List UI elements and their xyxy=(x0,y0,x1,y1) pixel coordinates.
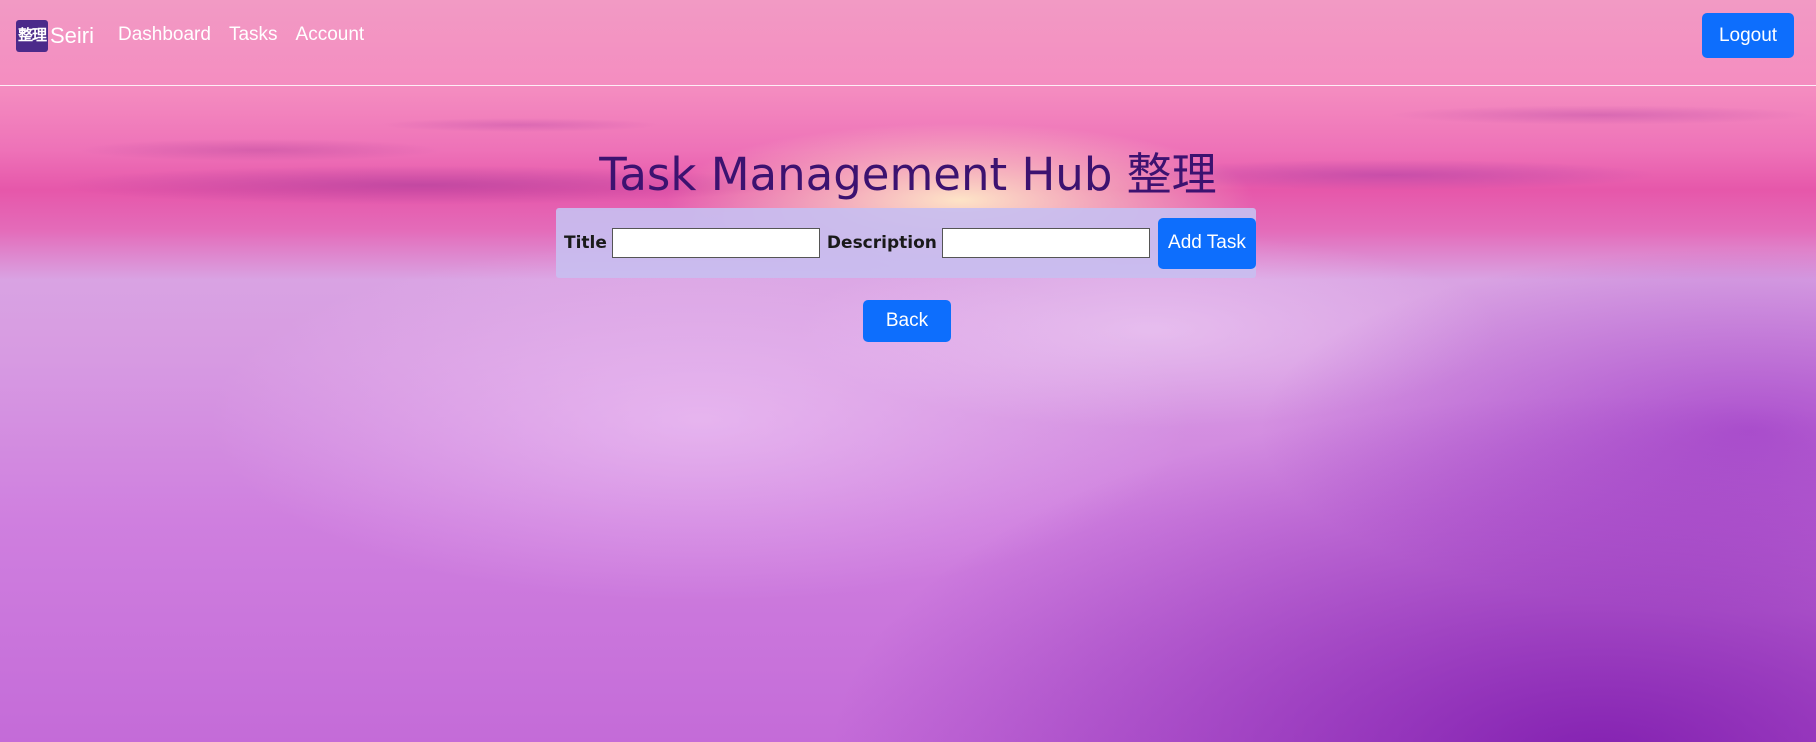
background-wave xyxy=(0,0,1816,742)
page-title: Task Management Hub 整理 xyxy=(599,148,1217,201)
description-label: Description xyxy=(826,233,937,253)
brand[interactable]: 整理 Seiri xyxy=(16,20,94,52)
title-label: Title xyxy=(564,233,607,253)
navbar: 整理 Seiri Dashboard Tasks Account Logout xyxy=(0,0,1816,86)
add-task-button[interactable]: Add Task xyxy=(1157,217,1256,269)
nav-link-tasks[interactable]: Tasks xyxy=(229,24,278,46)
brand-logo-icon: 整理 xyxy=(16,20,48,52)
logout-button[interactable]: Logout xyxy=(1702,13,1794,58)
nav-link-account[interactable]: Account xyxy=(296,24,365,46)
add-task-form: Title Description Add Task xyxy=(556,208,1256,278)
description-input[interactable] xyxy=(941,228,1150,258)
back-button[interactable]: Back xyxy=(863,300,951,342)
brand-name: Seiri xyxy=(50,23,95,48)
nav-links: Dashboard Tasks Account xyxy=(118,24,364,46)
nav-link-dashboard[interactable]: Dashboard xyxy=(118,24,211,46)
title-input[interactable] xyxy=(611,228,820,258)
page: 整理 Seiri Dashboard Tasks Account Logout … xyxy=(0,0,1816,742)
